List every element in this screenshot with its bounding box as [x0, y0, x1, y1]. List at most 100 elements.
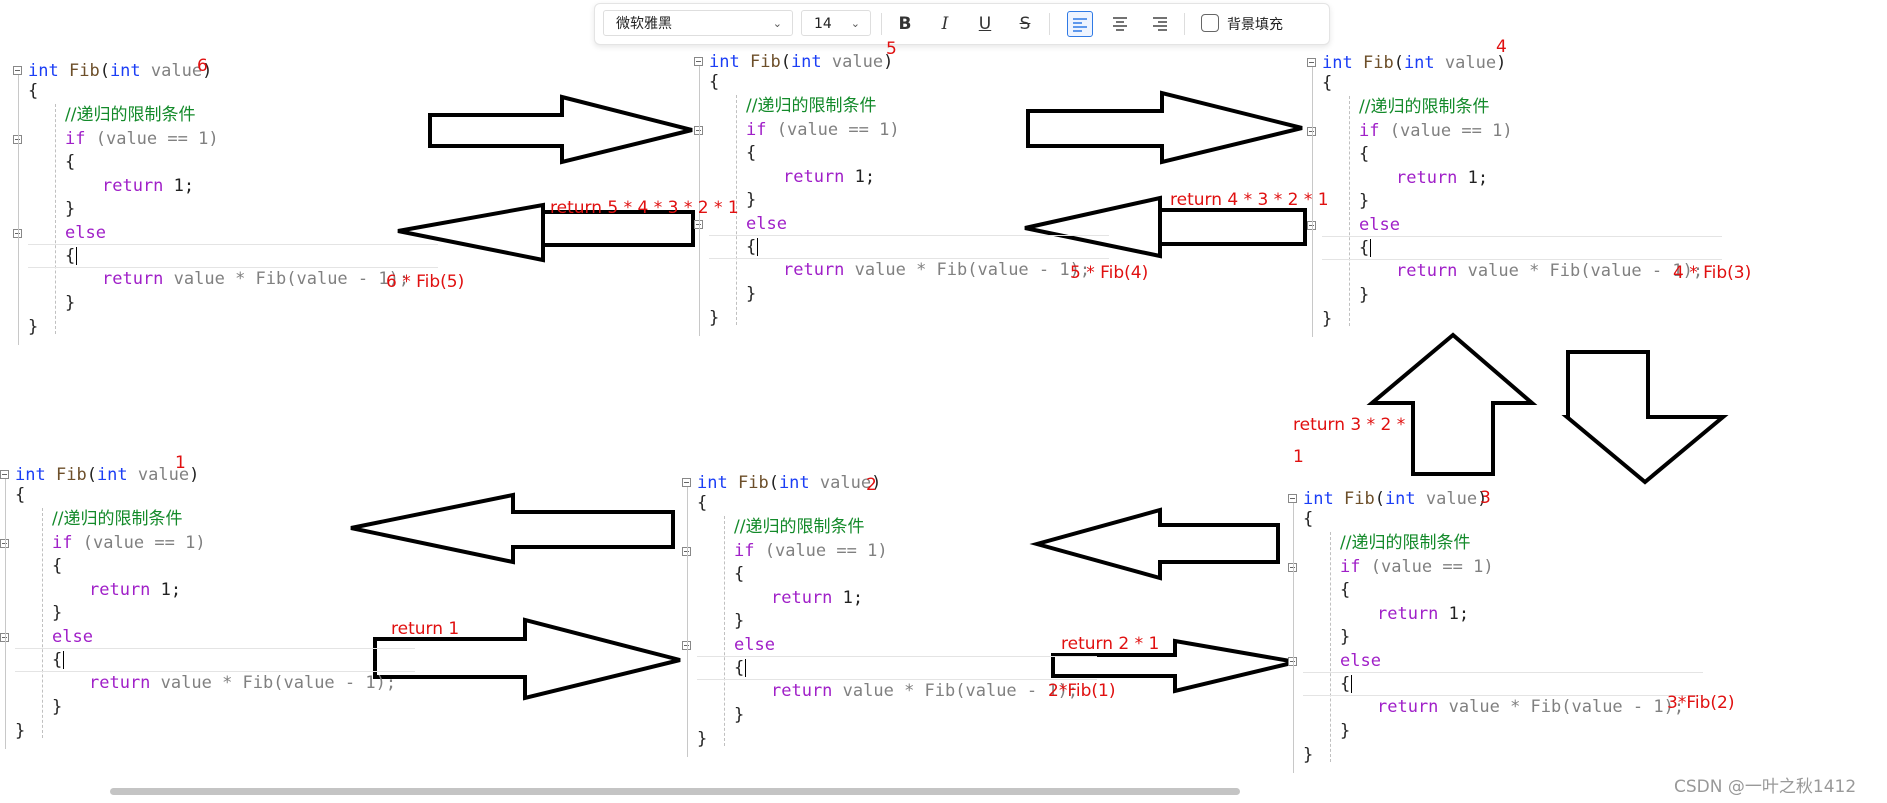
function-signature: int Fib(int value)	[15, 465, 200, 485]
brace: }	[1303, 745, 1314, 765]
return-label-1: return 1	[391, 619, 460, 639]
indent-guide	[42, 508, 43, 738]
comment: //递归的限制条件	[734, 517, 865, 537]
return-label-3-cont: 1	[1293, 447, 1304, 467]
brace: {	[697, 493, 708, 513]
watermark: CSDN @一叶之秋1412	[1674, 777, 1857, 797]
comment: //递归的限制条件	[1340, 533, 1471, 553]
brace: {	[65, 152, 76, 172]
if-statement: if (value == 1)	[1340, 557, 1494, 577]
comment: //递归的限制条件	[65, 105, 196, 125]
brace: {	[15, 485, 26, 505]
comment: //递归的限制条件	[746, 96, 877, 116]
call-number: 5	[886, 39, 897, 59]
function-signature: int Fib(int value)	[1322, 53, 1507, 73]
function-signature: int Fib(int value)	[1303, 489, 1488, 509]
if-statement: if (value == 1)	[65, 129, 219, 149]
code-block-fib-1: int Fib(int value) 1 { //递归的限制条件 if (val…	[0, 453, 420, 753]
return-base: return 1;	[1396, 168, 1489, 188]
brace: {	[65, 246, 76, 266]
call-arrow-6-to-5	[428, 94, 693, 165]
brace: }	[746, 190, 757, 210]
call-number: 3	[1480, 488, 1491, 508]
brace: }	[1340, 627, 1351, 647]
gutter-line	[18, 75, 19, 345]
return-base: return 1;	[89, 580, 182, 600]
brace: {	[1359, 144, 1370, 164]
brace: }	[1322, 309, 1333, 329]
call-number: 6	[197, 56, 208, 76]
fib-annotation: 6 * Fib(5)	[386, 272, 465, 292]
return-base: return 1;	[783, 167, 876, 187]
brace: {	[28, 81, 39, 101]
if-statement: if (value == 1)	[746, 120, 900, 140]
brace: {	[746, 237, 757, 257]
comment: //递归的限制条件	[52, 509, 183, 529]
return-recursive: return value * Fib(value - 1);	[771, 681, 1079, 701]
return-recursive: return value * Fib(value - 1);	[89, 673, 397, 693]
indent-guide	[1330, 532, 1331, 762]
return-base: return 1;	[771, 588, 864, 608]
brace: {	[1322, 73, 1333, 93]
return-recursive: return value * Fib(value - 1);	[1396, 261, 1704, 281]
text-cursor	[757, 238, 758, 256]
brace: {	[1303, 509, 1314, 529]
current-line-highlight	[697, 656, 1097, 680]
brace: }	[709, 308, 720, 328]
horizontal-scrollbar[interactable]	[110, 788, 1240, 795]
brace: {	[1340, 674, 1351, 694]
current-line-highlight	[1303, 672, 1703, 696]
return-base: return 1;	[102, 176, 195, 196]
current-line-highlight	[15, 648, 415, 672]
text-cursor	[1351, 675, 1352, 693]
else-keyword: else	[65, 223, 106, 243]
code-block-fib-4: int Fib(int value) 4 { //递归的限制条件 if (val…	[1307, 37, 1751, 341]
brace: }	[28, 317, 39, 337]
brace: }	[1340, 721, 1351, 741]
code-block-fib-3: int Fib(int value) 3 { //递归的限制条件 if (val…	[1288, 487, 1734, 777]
gutter-line	[1293, 503, 1294, 773]
code-block-fib-5: int Fib(int value) 5 { //递归的限制条件 if (val…	[694, 39, 1148, 340]
fold-toggle-icon[interactable]	[1307, 58, 1316, 67]
call-number: 4	[1496, 37, 1507, 57]
brace: }	[1359, 285, 1370, 305]
else-keyword: else	[1340, 651, 1381, 671]
return-label-3: return 3 * 2 *	[1293, 415, 1406, 435]
current-line-highlight	[28, 244, 438, 268]
gutter-line	[687, 487, 688, 757]
brace: {	[709, 72, 720, 92]
brace: }	[1359, 191, 1370, 211]
fold-toggle-icon[interactable]	[13, 66, 22, 75]
brace: {	[1340, 580, 1351, 600]
if-statement: if (value == 1)	[52, 533, 206, 553]
text-cursor	[1370, 239, 1371, 257]
fib-annotation: 3*Fib(2)	[1667, 693, 1735, 713]
brace: {	[52, 556, 63, 576]
fib-annotation: 4 * Fib(3)	[1673, 263, 1752, 283]
current-line-highlight	[1322, 236, 1722, 260]
else-keyword: else	[52, 627, 93, 647]
brace: }	[734, 705, 745, 725]
else-keyword: else	[1359, 215, 1400, 235]
if-statement: if (value == 1)	[1359, 121, 1513, 141]
brace: }	[697, 729, 708, 749]
indent-guide	[724, 516, 725, 746]
return-label-4: return 4 * 3 * 2 * 1	[1170, 190, 1329, 210]
call-arrow-4-to-3	[1561, 350, 1729, 485]
return-recursive: return value * Fib(value - 1);	[783, 260, 1091, 280]
else-keyword: else	[734, 635, 775, 655]
text-cursor	[76, 247, 77, 265]
brace: }	[52, 603, 63, 623]
brace: {	[746, 143, 757, 163]
fold-toggle-icon[interactable]	[0, 470, 9, 479]
fib-annotation: 2*Fib(1)	[1048, 681, 1116, 701]
brace: }	[52, 697, 63, 717]
fold-toggle-icon[interactable]	[1288, 494, 1297, 503]
brace: }	[15, 721, 26, 741]
fold-toggle-icon[interactable]	[694, 57, 703, 66]
fold-toggle-icon[interactable]	[682, 478, 691, 487]
brace: }	[746, 284, 757, 304]
else-keyword: else	[746, 214, 787, 234]
code-block-fib-2: int Fib(int value) 2 { //递归的限制条件 if (val…	[682, 471, 1115, 761]
brace: }	[734, 611, 745, 631]
